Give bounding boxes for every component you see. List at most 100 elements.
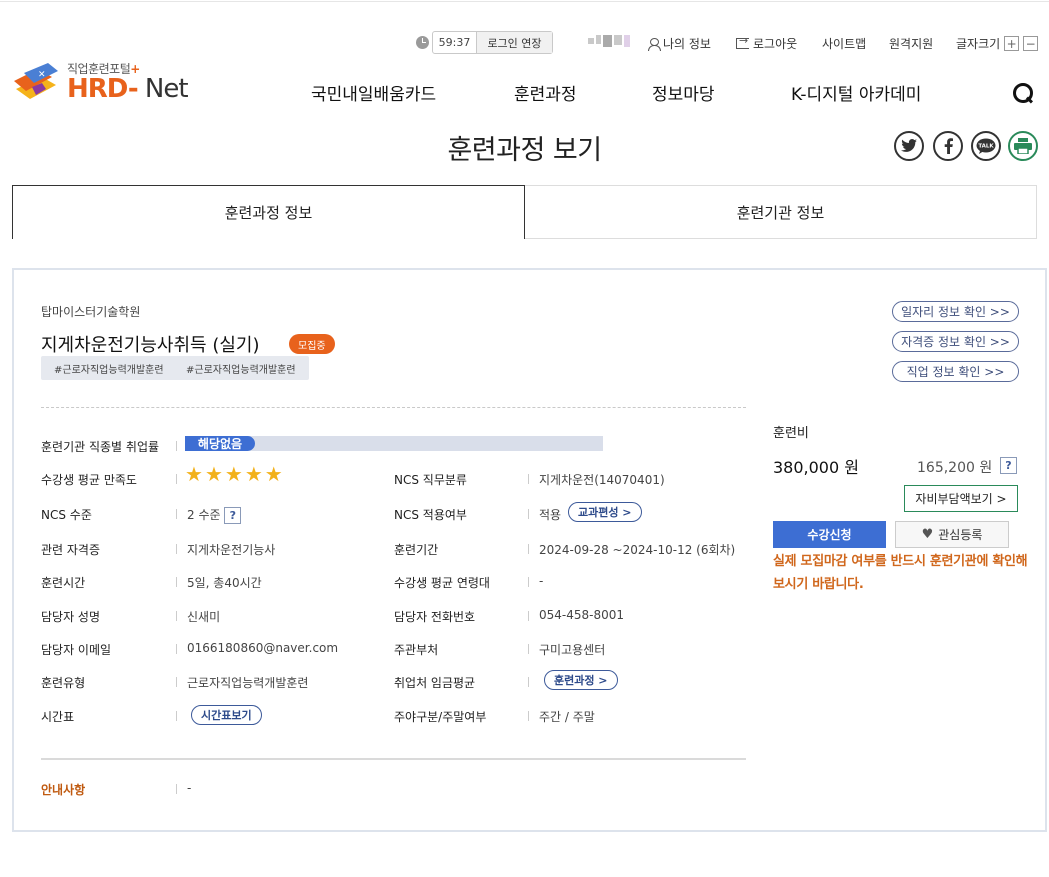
phone-value: 054-458-8001 [539, 608, 625, 622]
gnb-k-digital-academy[interactable]: K-디지털 아카데미 [791, 80, 921, 105]
wage-label: 취업처 임금평균 [394, 676, 476, 690]
twitter-icon [901, 139, 917, 152]
utility-bar: 59:37 로그인 연장 나의 정보 로그아웃 사이트맵 원격지원 글자크기 +… [0, 31, 1049, 54]
manager-value: 신새미 [187, 610, 221, 624]
schedule-view-button[interactable]: 시간표보기 [191, 705, 262, 725]
recruiting-badge: 모집중 [289, 334, 335, 354]
kakaotalk-icon: TALK [976, 138, 996, 154]
occupation-info-button[interactable]: 직업 정보 확인 >> [892, 361, 1019, 382]
facebook-icon [944, 138, 953, 154]
period-value: 2024-09-28 ~2024-10-12 (6회차) [539, 543, 736, 557]
course-title: 지게차운전기능사취득 (실기) [41, 335, 260, 356]
course-tag: #근로자직업능력개발훈련 [173, 356, 309, 380]
fee-amount: 380,000 원 [773, 458, 859, 477]
top-border [0, 1, 1049, 2]
person-icon [648, 37, 661, 51]
certificate-value: 지게차운전기능사 [187, 543, 276, 557]
wage-course-button[interactable]: 훈련과정 > [544, 670, 618, 690]
notice-label: 안내사항 [41, 783, 86, 797]
logo-mark-icon: ✕ [14, 63, 58, 99]
dept-label: 주관부처 [394, 643, 439, 657]
ncs-class-label: NCS 직무분류 [394, 473, 467, 487]
font-minus-button[interactable]: − [1023, 36, 1039, 51]
hrd-net-logo[interactable]: ✕ 직업훈련포털+ HRD- Net [12, 59, 189, 105]
star-icon: ★ [204, 462, 223, 486]
font-size-control: 글자크기 + − [956, 35, 1039, 52]
manager-label: 담당자 성명 [41, 610, 101, 624]
kakaotalk-share-button[interactable]: TALK [971, 131, 1001, 161]
schedule-label: 시간표 [41, 710, 75, 724]
age-label: 수강생 평균 연령대 [394, 576, 490, 590]
my-info-link[interactable]: 나의 정보 [648, 35, 711, 52]
training-type-label: 훈련유형 [41, 676, 86, 690]
logout-link[interactable]: 로그아웃 [736, 34, 797, 52]
self-pay-view-button[interactable]: 자비부담액보기 > [904, 485, 1018, 512]
gnb-info-plaza[interactable]: 정보마당 [652, 80, 715, 105]
self-pay-amount: 165,200 원 [917, 460, 993, 476]
training-type-value: 근로자직업능력개발훈련 [187, 676, 309, 690]
email-label: 담당자 이메일 [41, 643, 112, 657]
sitemap-link[interactable]: 사이트맵 [822, 35, 866, 52]
email-value[interactable]: 0166180860@naver.com [187, 641, 338, 655]
age-value: - [539, 574, 544, 588]
star-icon: ★ [224, 462, 243, 486]
logout-icon [736, 34, 749, 49]
login-extend-button[interactable]: 로그인 연장 [477, 32, 552, 53]
apply-button[interactable]: 수강신청 [773, 521, 886, 548]
ncs-level-value: 2 수준 ? [187, 506, 242, 524]
svg-text:TALK: TALK [978, 144, 994, 150]
gnb-training-course[interactable]: 훈련과정 [514, 80, 577, 105]
interest-button[interactable]: ♥ 관심등록 [895, 521, 1009, 548]
ncs-level-help-button[interactable]: ? [224, 507, 242, 524]
curriculum-button[interactable]: 교과편성 > [568, 502, 642, 522]
print-button[interactable] [1008, 131, 1038, 161]
hours-label: 훈련시간 [41, 576, 86, 590]
star-icon: ★ [244, 462, 263, 486]
facebook-share-button[interactable] [933, 131, 963, 161]
font-plus-button[interactable]: + [1004, 36, 1020, 51]
ncs-apply-value: 적용 [539, 508, 562, 522]
notice-value: - [187, 781, 192, 795]
daynight-label: 주야구분/주말여부 [394, 710, 487, 724]
star-icon: ★ [264, 462, 283, 486]
gnb-naeil-card[interactable]: 국민내일배움카드 [311, 80, 436, 105]
employment-rate-fill: 해당없음 [185, 436, 255, 451]
svg-text:✕: ✕ [38, 70, 46, 80]
course-tag: #근로자직업능력개발훈련 [41, 356, 177, 380]
remote-support-link[interactable]: 원격지원 [889, 35, 933, 52]
fee-label: 훈련비 [773, 426, 809, 441]
recruit-warning-text: 실제 모집마감 여부를 반드시 훈련기관에 확인해보시기 바랍니다. [773, 554, 1028, 592]
employment-rate-label: 훈련기관 직종별 취업률 [41, 440, 160, 454]
daynight-value: 주간 / 주말 [539, 710, 595, 724]
job-info-button[interactable]: 일자리 정보 확인 >> [892, 301, 1019, 322]
tab-course-info[interactable]: 훈련과정 정보 [12, 185, 525, 239]
certificate-label: 관련 자격증 [41, 543, 101, 557]
heart-icon: ♥ [921, 527, 934, 542]
logo-text: HRD- Net [67, 74, 189, 104]
session-timer: 59:37 로그인 연장 [432, 31, 553, 54]
hours-value: 5일, 총40시간 [187, 576, 262, 590]
employment-rate-bar: 해당없음 [185, 436, 603, 451]
tab-institution-info[interactable]: 훈련기관 정보 [525, 185, 1037, 239]
satisfaction-label: 수강생 평균 만족도 [41, 473, 137, 487]
ncs-class-value: 지게차운전(14070401) [539, 473, 665, 487]
user-name-masked [588, 35, 630, 47]
timer-value: 59:37 [433, 32, 477, 53]
notice-divider [41, 758, 746, 760]
section-divider [41, 407, 746, 408]
twitter-share-button[interactable] [894, 131, 924, 161]
satisfaction-stars: ★ ★ ★ ★ ★ [185, 464, 283, 484]
dept-value: 구미고용센터 [539, 643, 606, 657]
clock-icon [416, 36, 429, 49]
ncs-level-label: NCS 수준 [41, 508, 92, 522]
search-icon[interactable] [1013, 83, 1035, 105]
printer-icon [1014, 138, 1032, 154]
fee-help-button[interactable]: ? [1000, 457, 1017, 474]
certificate-info-button[interactable]: 자격증 정보 확인 >> [892, 331, 1019, 352]
star-icon: ★ [185, 462, 203, 486]
ncs-apply-label: NCS 적용여부 [394, 508, 467, 522]
institution-name[interactable]: 탑마이스터기술학원 [41, 303, 140, 320]
phone-label: 담당자 전화번호 [394, 610, 476, 624]
period-label: 훈련기간 [394, 543, 439, 557]
page-title: 훈련과정 보기 [447, 135, 602, 166]
